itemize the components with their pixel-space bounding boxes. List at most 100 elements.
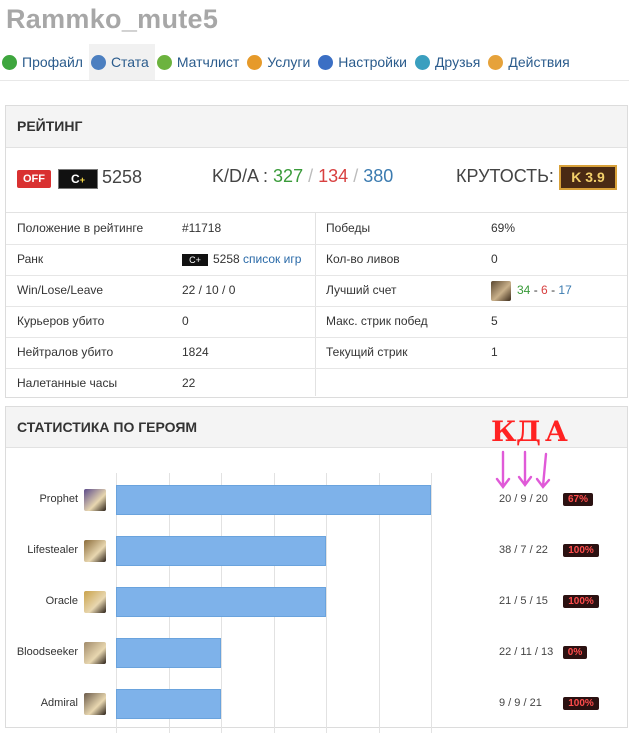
annotation-arrows [495, 450, 551, 489]
kda-assists: 380 [363, 166, 394, 186]
hero-games-bar [116, 638, 221, 668]
stat-label: Победы [326, 221, 371, 235]
krutost-label: КРУТОСТЬ: [456, 166, 554, 186]
hero-name[interactable]: Prophet [6, 493, 78, 505]
stat-value: #11718 [182, 221, 222, 235]
tab-stats[interactable]: Стата [88, 44, 155, 80]
krutost-badge: K 3.9 [559, 165, 617, 190]
off-badge[interactable]: OFF [17, 170, 51, 188]
hero-kda: 22 / 11 / 13 [499, 646, 554, 658]
tab-settings[interactable]: Настройки [316, 44, 413, 80]
hero-games-bar [116, 485, 431, 515]
hero-winrate-badge: 100% [563, 595, 599, 608]
stat-label: Макс. стрик побед [326, 314, 428, 328]
best-dash: - [533, 283, 538, 297]
tab-label: Услуги [267, 54, 311, 70]
hero-games-bar [116, 536, 326, 566]
hero-name[interactable]: Oracle [6, 595, 78, 607]
stat-value: 0 [182, 314, 189, 328]
kda-kills: 327 [273, 166, 304, 186]
matchlist-icon [156, 54, 172, 70]
username-title: Rammko_mute5 [6, 4, 219, 34]
profile-icon [2, 54, 17, 70]
profile-nav: Профайл Стата Матчлист Услуги Настройки Друзь… [0, 44, 629, 81]
hero-avatar-icon[interactable] [84, 591, 106, 613]
hero-name[interactable]: Admiral [6, 697, 78, 709]
tab-label: Стата [110, 54, 149, 70]
rating-panel-title: РЕЙТИНГ [6, 106, 627, 148]
stats-row: Win/Lose/Leave 22 / 10 / 0 Лучший счет 34 -… [6, 275, 627, 307]
stat-label: Курьеров убито [17, 314, 105, 328]
stat-label: Положение в рейтинге [17, 221, 144, 235]
best-assists: 17 [558, 283, 572, 297]
hero-games-bar [116, 689, 221, 719]
kda-sep: / [308, 166, 314, 186]
tab-services[interactable]: Услуги [245, 44, 316, 80]
rank-letter: C [71, 172, 80, 186]
tab-friends[interactable]: Друзья [413, 44, 486, 80]
stat-value: 1 [491, 345, 498, 359]
tab-profile[interactable]: Профайл [0, 44, 89, 80]
services-icon [247, 54, 263, 70]
stat-value: 22 / 10 / 0 [182, 283, 236, 297]
tab-matchlist[interactable]: Матчлист [155, 44, 245, 80]
stat-label: Текущий стрик [326, 345, 408, 359]
hero-name[interactable]: Lifestealer [6, 544, 78, 556]
annotation-k: К [491, 415, 517, 448]
games-list-link[interactable]: список игр [243, 252, 301, 266]
hero-kda: 21 / 5 / 15 [499, 595, 548, 607]
hero-avatar-icon[interactable] [84, 642, 106, 664]
stat-label: Налетанные часы [17, 376, 118, 390]
tab-label: Матчлист [176, 54, 240, 70]
stats-row: Нейтралов убито 1824 Текущий стрик 1 [6, 337, 627, 369]
best-dash: - [551, 283, 556, 297]
stat-value: 34 - 6 - 17 [491, 275, 572, 306]
stat-label: Win/Lose/Leave [17, 283, 104, 297]
stat-label: Нейтралов убито [17, 345, 114, 359]
stats-row: Положение в рейтинге #11718 Победы 69% [6, 213, 627, 245]
rank-plus: + [79, 175, 85, 185]
stat-value: 69% [491, 221, 516, 235]
rating-summary: OFF C+ 5258 K/D/A : 327 / 134 / 380 КРУТ… [6, 148, 627, 213]
annotation-d: Д [516, 415, 541, 448]
hero-name[interactable]: Bloodseeker [6, 646, 78, 658]
hero-kda: 9 / 9 / 21 [499, 697, 542, 709]
rank-value: 5258 [213, 252, 240, 266]
rating-value: 5258 [102, 167, 143, 187]
hero-avatar-icon[interactable] [84, 489, 106, 511]
best-kills: 34 [517, 283, 531, 297]
stat-value: 0 [491, 252, 498, 266]
tab-actions[interactable]: Действия [486, 44, 575, 80]
stats-row: Налетанные часы 22 [6, 368, 627, 399]
settings-icon [318, 54, 334, 70]
kda-deaths: 134 [318, 166, 349, 186]
hero-games-bar [116, 587, 326, 617]
stat-label: Кол-во ливов [326, 252, 400, 266]
hero-winrate-badge: 100% [563, 697, 599, 710]
stat-label: Ранк [17, 252, 44, 266]
tab-label: Друзья [434, 54, 481, 70]
rating-panel: РЕЙТИНГ OFF C+ 5258 K/D/A : 327 / 134 / … [5, 105, 628, 398]
friends-icon [414, 54, 430, 70]
stat-value: 22 [182, 376, 196, 390]
best-score-hero-avatar [491, 280, 511, 301]
stat-value: C+ 5258 список игр [182, 244, 301, 275]
hero-kda: 20 / 9 / 20 [499, 493, 548, 505]
actions-icon [488, 54, 504, 70]
chart-gridline [431, 473, 432, 733]
stat-value: 1824 [182, 345, 209, 359]
hero-winrate-badge: 0% [563, 646, 587, 659]
kda-label: K/D/A : [212, 166, 269, 186]
stats-row: Ранк C+ 5258 список игр Кол-во ливов 0 [6, 244, 627, 276]
stats-icon [90, 54, 106, 70]
annotation-a: А [545, 415, 568, 448]
hero-avatar-icon[interactable] [84, 540, 106, 562]
hero-winrate-badge: 100% [563, 544, 599, 557]
tab-label: Настройки [338, 54, 407, 70]
kda-summary: K/D/A : 327 / 134 / 380 [212, 166, 393, 187]
hero-winrate-badge: 67% [563, 493, 593, 506]
hero-avatar-icon[interactable] [84, 693, 106, 715]
rank-mini-badge: C+ [182, 253, 208, 266]
tab-label: Профайл [22, 54, 83, 70]
stat-label: Лучший счет [326, 283, 397, 297]
